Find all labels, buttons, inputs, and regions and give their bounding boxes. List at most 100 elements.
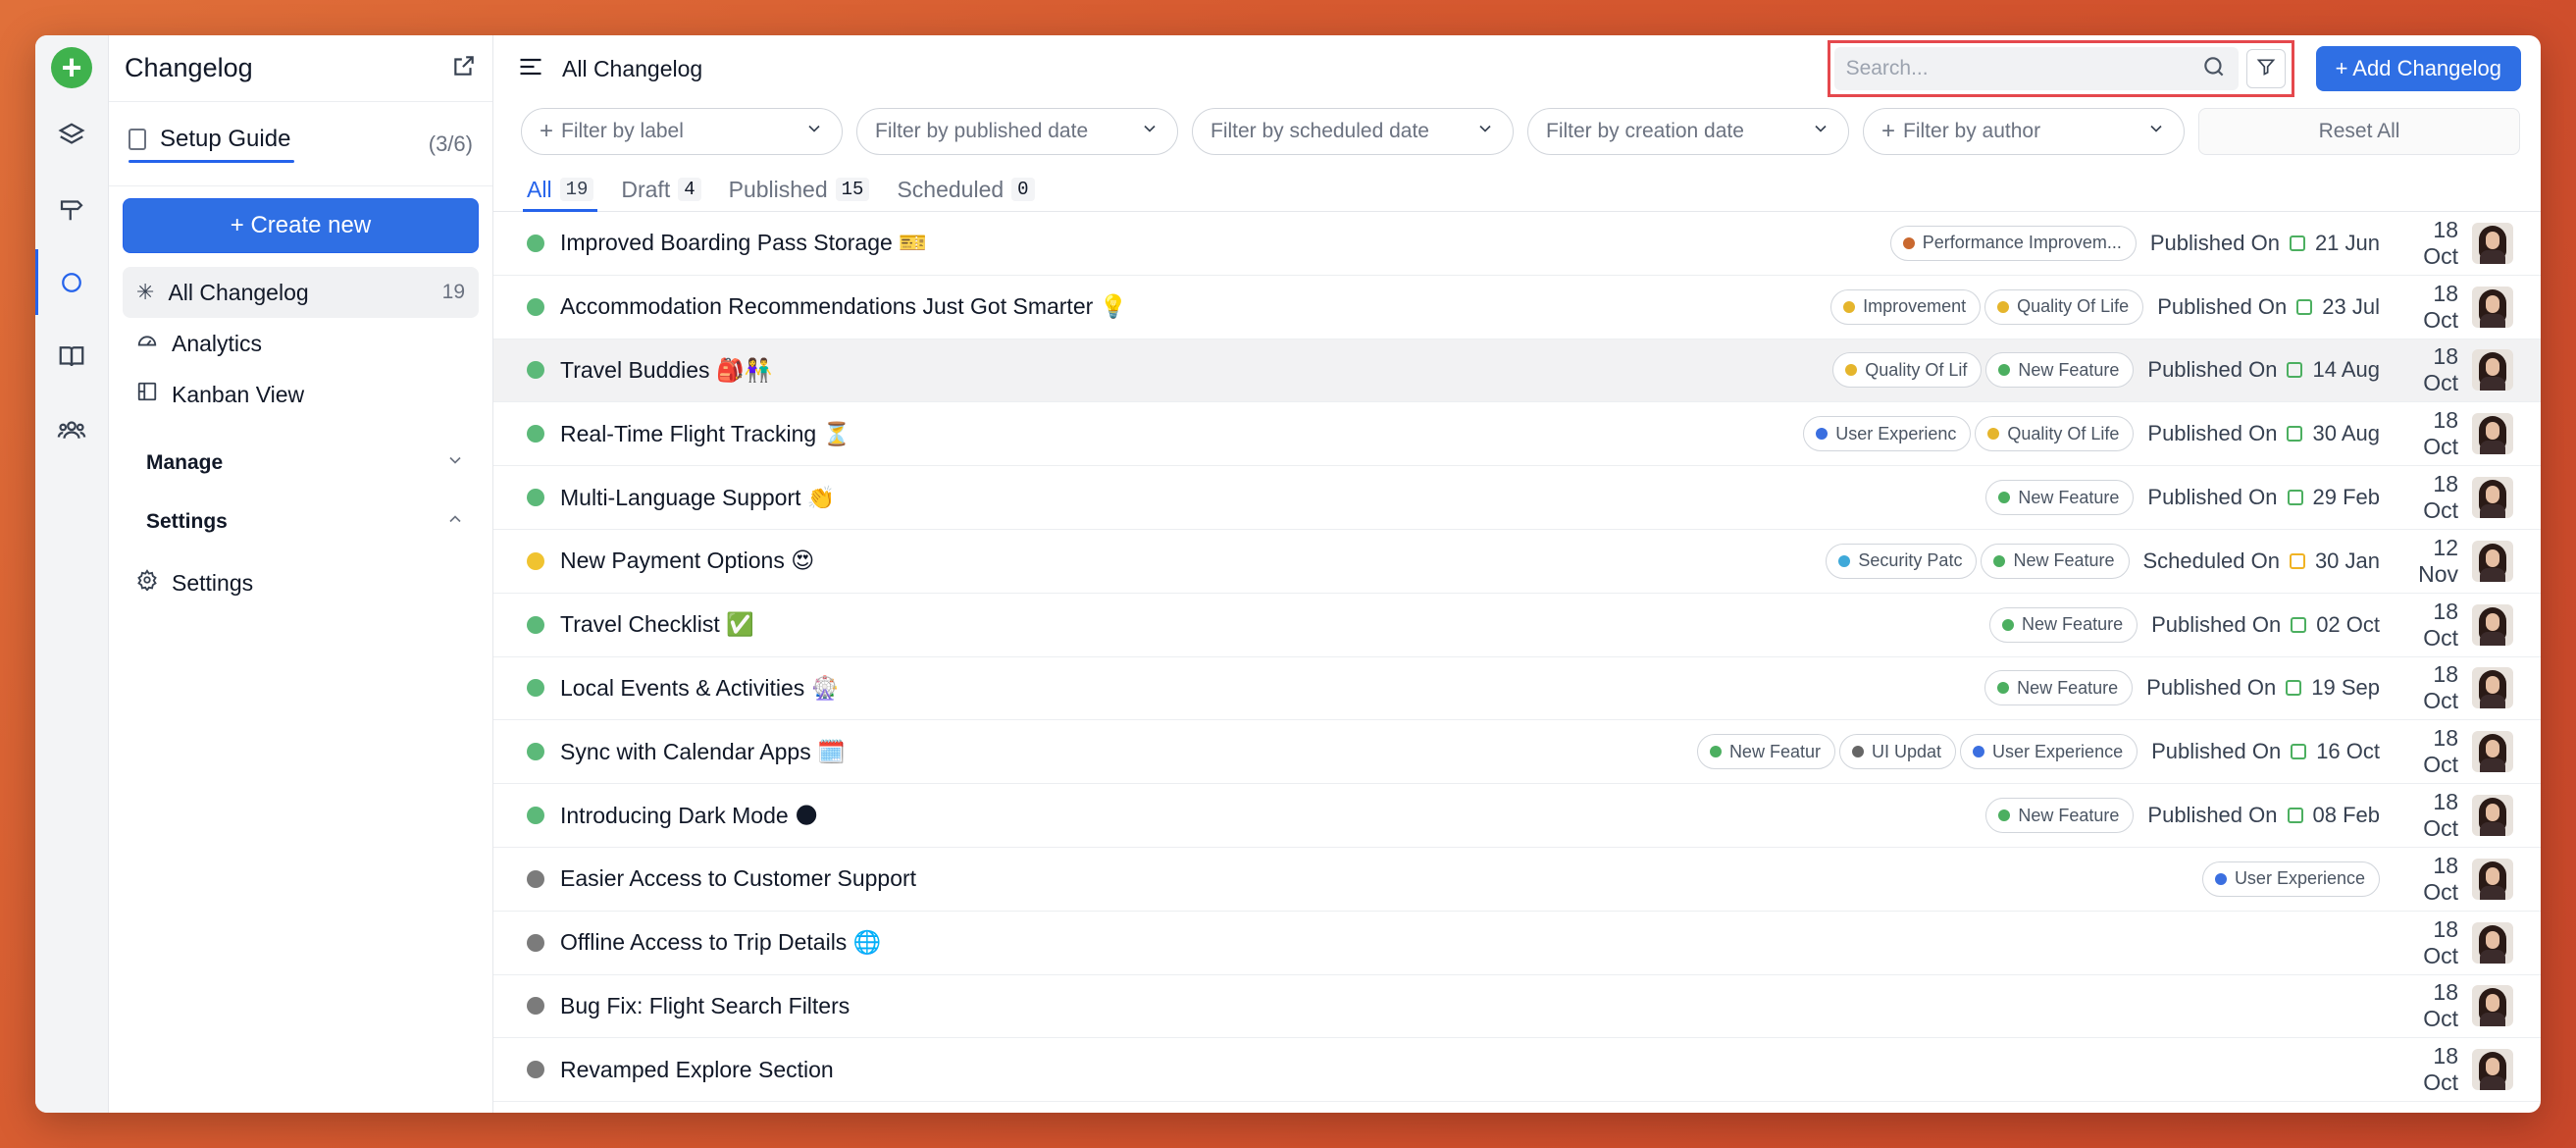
table-row[interactable]: Offline Access to Trip Details 🌐 18 Oct (493, 912, 2541, 975)
label-chip[interactable]: Quality Of Lif (1832, 352, 1983, 389)
tab-all[interactable]: All 19 (523, 168, 598, 212)
changelog-circle-icon[interactable] (35, 245, 109, 319)
table-row[interactable]: Local Events & Activities 🎡 New Feature … (493, 657, 2541, 721)
row-title[interactable]: Bug Fix: Flight Search Filters (560, 993, 850, 1019)
avatar[interactable] (2472, 540, 2513, 582)
label-text: New Feature (2022, 614, 2124, 635)
filter-dropdown[interactable]: + Filter by author (1863, 108, 2185, 155)
avatar[interactable] (2472, 349, 2513, 391)
row-title[interactable]: Revamped Explore Section (560, 1057, 834, 1083)
avatar[interactable] (2472, 413, 2513, 455)
label-chip[interactable]: New Feature (1981, 543, 2130, 579)
table-row[interactable]: Revamped Explore Section 18 Oct (493, 1038, 2541, 1103)
users-icon[interactable] (35, 392, 109, 466)
created-date: 18 Oct (2423, 343, 2458, 396)
section-settings[interactable]: Settings (109, 493, 492, 551)
table-row[interactable]: Accommodation Recommendations Just Got S… (493, 276, 2541, 339)
calendar-icon (2289, 552, 2305, 569)
filter-dropdown[interactable]: Filter by creation date (1527, 108, 1849, 155)
table-row[interactable]: Sync with Calendar Apps 🗓️ New Featur UI … (493, 720, 2541, 785)
sidebar-item-all-changelog[interactable]: ✳ All Changelog 19 (123, 267, 479, 318)
reset-all-button[interactable]: Reset All (2198, 108, 2520, 155)
label-chip[interactable]: UI Updat (1838, 734, 1957, 770)
row-title[interactable]: Real-Time Flight Tracking ⏳ (560, 421, 850, 447)
signpost-icon[interactable] (35, 172, 109, 245)
row-title[interactable]: Travel Buddies 🎒👫 (560, 357, 772, 384)
avatar[interactable] (2472, 921, 2513, 964)
filter-button[interactable] (2245, 49, 2286, 88)
tab-published[interactable]: Published 15 (725, 168, 874, 211)
avatar[interactable] (2472, 667, 2513, 709)
tab-scheduled[interactable]: Scheduled 0 (893, 168, 1038, 211)
label-chip[interactable]: New Feature (1985, 480, 2135, 516)
create-new-button[interactable]: + Create new (123, 198, 479, 253)
table-row[interactable]: Introducing Dark Mode 🌑 New Feature Publ… (493, 784, 2541, 848)
publish-date: 30 Jan (2314, 548, 2380, 573)
avatar[interactable] (2472, 603, 2513, 646)
filter-dropdown[interactable]: Filter by scheduled date (1192, 108, 1514, 155)
publish-date: 19 Sep (2311, 675, 2380, 701)
filter-dropdown[interactable]: + Filter by label (521, 108, 843, 155)
table-row[interactable]: Real-Time Flight Tracking ⏳ User Experie… (493, 402, 2541, 467)
label-chip[interactable]: Performance Improvem... (1889, 225, 2137, 261)
label-chip[interactable]: New Feature (1984, 670, 2134, 706)
row-labels: Quality Of Lif New Feature (1832, 352, 2135, 389)
sidebar-item-kanban[interactable]: Kanban View (123, 369, 479, 420)
sidebar-item-analytics[interactable]: Analytics (123, 318, 479, 369)
table-row[interactable]: Bug Fix: Flight Search Filters 18 Oct (493, 975, 2541, 1039)
row-title[interactable]: Multi-Language Support 👏 (560, 485, 836, 511)
label-chip[interactable]: Security Patc (1826, 543, 1978, 579)
avatar[interactable] (2472, 286, 2513, 328)
chevron-down-icon (1811, 119, 1830, 144)
label-chip[interactable]: User Experienc (1803, 416, 1972, 452)
row-title[interactable]: New Payment Options 😍 (560, 548, 814, 574)
avatar[interactable] (2472, 858, 2513, 900)
sidebar-item-settings[interactable]: Settings (123, 557, 479, 608)
tab-label: Scheduled (897, 176, 1005, 202)
row-title[interactable]: Sync with Calendar Apps 🗓️ (560, 739, 846, 765)
row-title[interactable]: Introducing Dark Mode 🌑 (560, 803, 818, 829)
label-chip[interactable]: Improvement (1830, 288, 1982, 325)
avatar[interactable] (2472, 222, 2513, 264)
setup-guide[interactable]: Setup Guide (3/6) (109, 102, 492, 186)
tab-count: 0 (1011, 178, 1035, 201)
add-changelog-button[interactable]: + Add Changelog (2315, 46, 2521, 91)
section-manage[interactable]: Manage (109, 434, 492, 493)
table-row[interactable]: Travel Checklist ✅ New Feature Published… (493, 594, 2541, 657)
tab-draft[interactable]: Draft 4 (617, 168, 704, 211)
label-chip[interactable]: Quality Of Life (1984, 288, 2144, 325)
tab-count: 19 (559, 178, 594, 201)
search-icon[interactable] (2201, 54, 2227, 84)
label-chip[interactable]: New Featur (1696, 734, 1835, 770)
row-title[interactable]: Local Events & Activities 🎡 (560, 675, 839, 702)
label-chip[interactable]: User Experience (2201, 861, 2380, 897)
table-row[interactable]: Easier Access to Customer Support User E… (493, 848, 2541, 912)
book-icon[interactable] (35, 319, 109, 392)
table-row[interactable]: New Payment Options 😍 Security Patc New F… (493, 530, 2541, 594)
row-title[interactable]: Improved Boarding Pass Storage 🎫 (560, 230, 927, 256)
search-input[interactable] (1845, 57, 2180, 80)
row-title[interactable]: Easier Access to Customer Support (560, 865, 916, 892)
avatar[interactable] (2472, 985, 2513, 1027)
label-chip[interactable]: New Feature (1985, 352, 2135, 389)
avatar[interactable] (2472, 1049, 2513, 1091)
label-chip[interactable]: User Experience (1960, 734, 2138, 770)
app-logo-icon[interactable]: + (51, 47, 92, 88)
label-chip[interactable]: Quality Of Life (1975, 416, 2135, 452)
label-chip[interactable]: New Feature (1985, 798, 2135, 834)
avatar[interactable] (2472, 731, 2513, 773)
filter-dropdown[interactable]: Filter by published date (856, 108, 1178, 155)
table-row[interactable]: Improved Boarding Pass Storage 🎫 Perform… (493, 212, 2541, 276)
table-row[interactable]: Multi-Language Support 👏 New Feature Pub… (493, 466, 2541, 530)
menu-icon[interactable] (517, 53, 544, 85)
layers-icon[interactable] (35, 98, 109, 172)
row-title[interactable]: Offline Access to Trip Details 🌐 (560, 929, 881, 956)
avatar[interactable] (2472, 795, 2513, 837)
label-chip[interactable]: New Feature (1989, 606, 2138, 643)
tab-label: Draft (621, 176, 671, 202)
row-title[interactable]: Accommodation Recommendations Just Got S… (560, 293, 1127, 320)
row-title[interactable]: Travel Checklist ✅ (560, 611, 754, 638)
external-link-icon[interactable] (451, 53, 477, 83)
table-row[interactable]: Travel Buddies 🎒👫 Quality Of Lif New Feat… (493, 339, 2541, 403)
avatar[interactable] (2472, 477, 2513, 519)
